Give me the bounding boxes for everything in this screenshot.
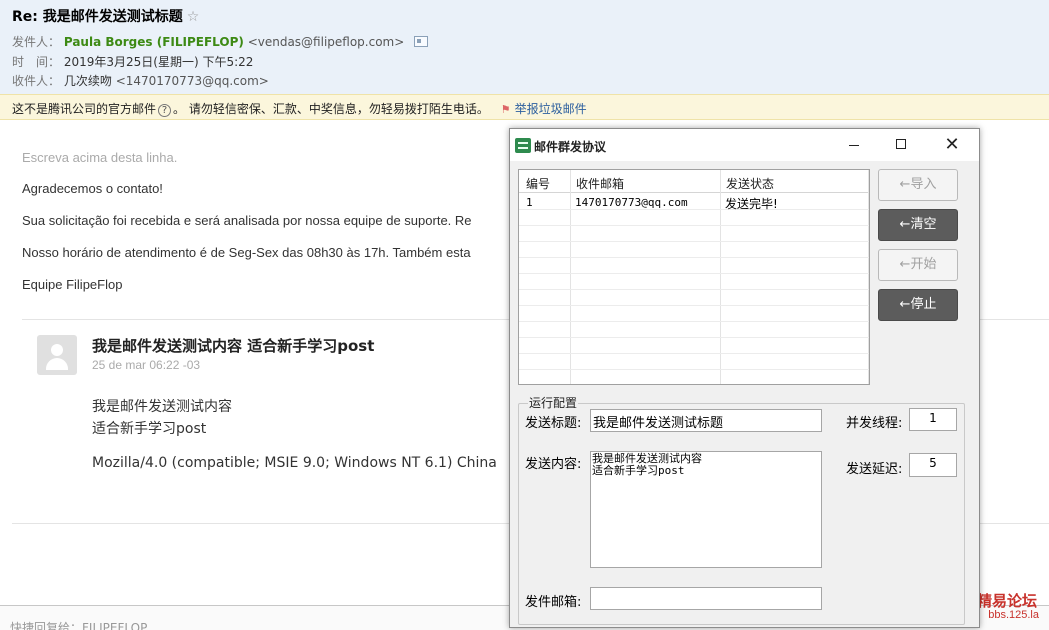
to-label: 收件人： [12, 74, 61, 88]
minimize-button[interactable] [831, 129, 877, 161]
row-line [519, 353, 869, 354]
warning-text-a: 这不是腾讯公司的官方邮件 [12, 102, 157, 116]
report-flag-icon: ⚑ [500, 103, 511, 116]
import-button[interactable]: ←导入 [878, 169, 958, 201]
from-row: 发件人： Paula Borges (FILIPEFLOP) <vendas@f… [12, 33, 429, 50]
watermark-text: 精易论坛 [976, 592, 1037, 610]
signature: Equipe FilipeFlop [22, 277, 123, 292]
from-label: 发件人： [12, 35, 61, 49]
quoted-line: 适合新手学习post [92, 421, 207, 437]
sender-address: <vendas@filipeflop.com> [247, 35, 405, 49]
row-line [519, 273, 869, 274]
row-line [519, 289, 869, 290]
recipient-list[interactable]: 编号 收件邮箱 发送状态 1 1470170773@qq.com 发送完毕! [518, 169, 870, 385]
row-line [519, 337, 869, 338]
subject-input[interactable]: 我是邮件发送测试标题 [590, 409, 822, 432]
cell-id: 1 [526, 196, 533, 209]
body-line: Escreva acima desta linha. [22, 150, 178, 165]
delay-label: 发送延迟: [846, 462, 903, 477]
time-label: 时 间： [12, 55, 61, 69]
stop-button[interactable]: ←停止 [878, 289, 958, 321]
time-value: 2019年3月25日(星期一) 下午5:22 [63, 55, 254, 69]
avatar [37, 335, 77, 375]
row-line [519, 305, 869, 306]
cell-email: 1470170773@qq.com [575, 196, 688, 209]
column-header-status[interactable]: 发送状态 [726, 175, 774, 192]
start-button[interactable]: ←开始 [878, 249, 958, 281]
recipient-address: <1470170773@qq.com> [115, 74, 269, 88]
minimize-icon [849, 145, 859, 146]
warning-bar: 这不是腾讯公司的官方邮件?。 请勿轻信密保、汇款、中奖信息，勿轻易拨打陌生电话。… [0, 94, 1049, 120]
watermark-url: bbs.125.la [988, 609, 1039, 621]
avatar-head-icon [51, 344, 63, 356]
time-row: 时 间： 2019年3月25日(星期一) 下午5:22 [12, 53, 253, 70]
quoted-date: 25 de mar 06:22 -03 [92, 358, 201, 372]
column-header-id[interactable]: 编号 [526, 175, 550, 192]
watermark-logo: 精易论坛 bbs.125.la [972, 590, 1049, 630]
quoted-line: Mozilla/4.0 (compatible; MSIE 9.0; Windo… [92, 455, 497, 471]
dialog-titlebar[interactable]: 邮件群发协议 ✕ [510, 129, 979, 161]
body-line: Sua solicitação foi recebida e será anal… [22, 213, 472, 228]
app-icon [515, 138, 531, 153]
clear-button[interactable]: ←清空 [878, 209, 958, 241]
warning-text-b: 。 请勿轻信密保、汇款、中奖信息，勿轻易拨打陌生电话。 [173, 102, 489, 116]
sender-email-input[interactable] [590, 587, 822, 610]
list-header: 编号 收件邮箱 发送状态 [519, 170, 869, 193]
delay-input[interactable]: 5 [909, 453, 957, 477]
body-line: Agradecemos o contato! [22, 181, 163, 196]
maximize-icon [896, 139, 906, 149]
sender-name[interactable]: Paula Borges (FILIPEFLOP) [64, 35, 244, 49]
content-label: 发送内容: [525, 457, 582, 472]
avatar-body-icon [46, 358, 68, 370]
row-line [519, 321, 869, 322]
cell-status: 发送完毕! [725, 197, 778, 211]
sender-email-label: 发件邮箱: [525, 595, 582, 610]
subject-label: 发送标题: [525, 416, 582, 431]
run-config-legend: 运行配置 [528, 394, 579, 411]
row-line [519, 241, 869, 242]
mail-subject: Re: 我是邮件发送测试标题 ☆ [12, 6, 199, 26]
help-icon[interactable]: ? [158, 104, 172, 117]
mass-mail-dialog: 邮件群发协议 ✕ 编号 收件邮箱 发送状态 1 1470170773@qq.co… [509, 128, 980, 628]
quoted-line: 我是邮件发送测试内容 [92, 399, 232, 415]
mail-header: Re: 我是邮件发送测试标题 ☆ 发件人： Paula Borges (FILIP… [0, 0, 1049, 94]
column-header-email[interactable]: 收件邮箱 [576, 175, 624, 192]
body-line: Nosso horário de atendimento é de Seg-Se… [22, 245, 471, 260]
close-button[interactable]: ✕ [929, 129, 975, 161]
threads-input[interactable]: 1 [909, 408, 957, 431]
report-spam-link[interactable]: 举报垃圾邮件 [515, 102, 587, 116]
threads-label: 并发线程: [846, 416, 903, 431]
recipient-name[interactable]: 几次续吻 [64, 74, 112, 88]
maximize-button[interactable] [879, 129, 925, 161]
quoted-title: 我是邮件发送测试内容 适合新手学习post [92, 337, 375, 355]
row-line [519, 225, 869, 226]
dialog-title: 邮件群发协议 [534, 140, 607, 154]
star-icon[interactable]: ☆ [187, 9, 200, 25]
contact-card-icon[interactable] [414, 36, 429, 47]
content-textarea[interactable]: 我是邮件发送测试内容 适合新手学习post [590, 451, 822, 568]
to-row: 收件人： 几次续吻 <1470170773@qq.com> [12, 72, 269, 89]
row-line [519, 209, 869, 210]
row-line [519, 369, 869, 370]
row-line [519, 257, 869, 258]
mail-subject-text: Re: 我是邮件发送测试标题 [12, 9, 183, 25]
